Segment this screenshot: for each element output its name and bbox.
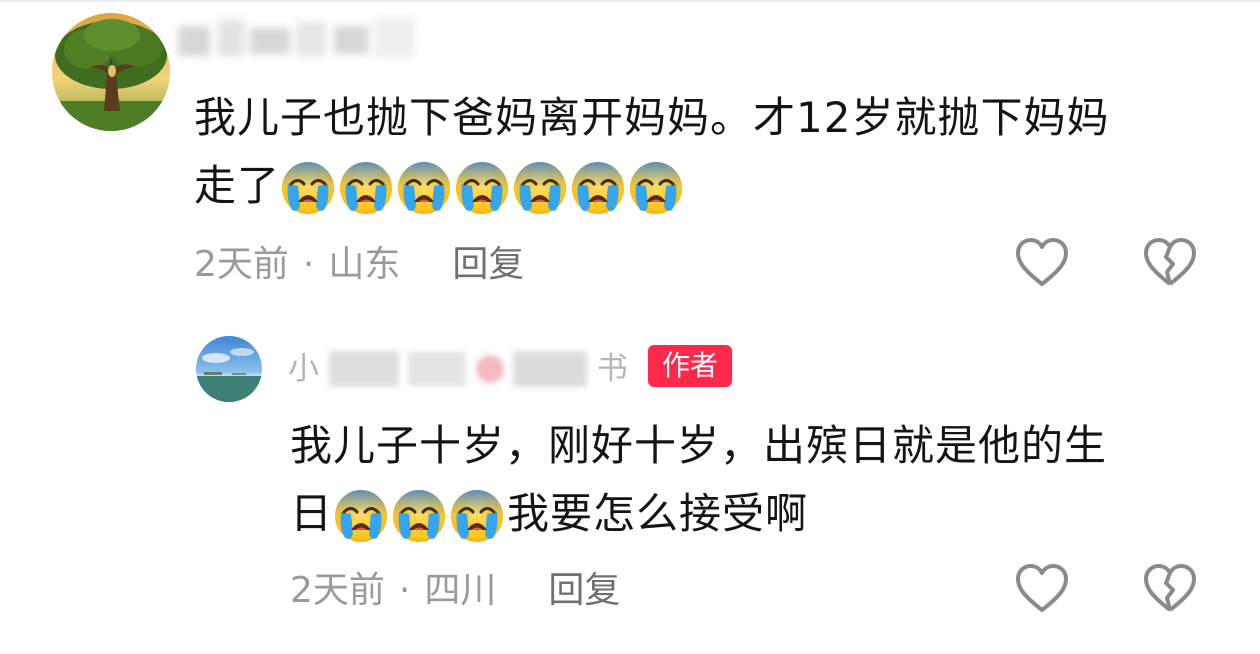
comment-line-2: 走了 (194, 152, 1224, 223)
reply-author-avatar[interactable] (196, 336, 262, 402)
crying-emoji-icon (570, 160, 626, 216)
comment-location: 山东 (328, 244, 401, 285)
crying-emoji-icon (628, 160, 684, 216)
dislike-broken-heart-icon[interactable] (1142, 562, 1198, 618)
crying-emoji-icon (396, 160, 452, 216)
reply-button[interactable]: 回复 (548, 570, 620, 611)
reply-button[interactable]: 回复 (452, 244, 524, 285)
emoji-group (333, 483, 507, 551)
like-heart-icon[interactable] (1014, 236, 1070, 292)
meta-separator: · (302, 244, 315, 285)
reply-time: 2天前 (290, 570, 385, 611)
top-divider (0, 0, 1260, 2)
comment-body: 我儿子也抛下爸妈离开妈妈。才12岁就抛下妈妈 走了 (194, 84, 1224, 223)
comment-line-2-text: 走了 (194, 161, 281, 210)
crying-emoji-icon (333, 488, 389, 544)
username-visible-end: 书 (596, 351, 628, 387)
crying-emoji-icon (512, 160, 568, 216)
meta-separator: · (398, 570, 411, 611)
commenter-avatar[interactable] (52, 13, 170, 131)
comment-line-1: 我儿子也抛下爸妈离开妈妈。才12岁就抛下妈妈 (194, 93, 1110, 142)
reply-line-2-suffix: 我要怎么接受啊 (507, 489, 809, 538)
reply-meta: 2天前 · 四川 回复 (290, 566, 620, 616)
crying-emoji-icon (280, 160, 336, 216)
reply-body: 我儿子十岁，刚好十岁，出殡日就是他的生 日 我要怎么接受啊 (290, 412, 1220, 551)
username-blur-block (513, 351, 588, 387)
like-heart-icon[interactable] (1014, 562, 1070, 618)
username-blur-block (475, 355, 504, 383)
crying-emoji-icon (449, 488, 505, 544)
crying-emoji-icon (454, 160, 510, 216)
username-blur-block (328, 351, 399, 387)
reply-line-2-prefix: 日 (290, 489, 334, 538)
dislike-broken-heart-icon[interactable] (1142, 236, 1198, 292)
reply-location: 四川 (424, 570, 497, 611)
username-visible-start: 小 (288, 351, 319, 387)
comment-meta: 2天前 · 山东 回复 (194, 240, 524, 290)
reply-line-2: 日 我要怎么接受啊 (290, 480, 1220, 551)
crying-emoji-icon (391, 488, 447, 544)
crying-emoji-icon (338, 160, 394, 216)
reply-line-1: 我儿子十岁，刚好十岁，出殡日就是他的生 (290, 421, 1108, 470)
emoji-group (280, 155, 686, 223)
username-blur-block (408, 352, 467, 386)
comment-time: 2天前 (194, 244, 289, 285)
commenter-username-blurred[interactable] (178, 16, 428, 60)
author-badge: 作者 (648, 345, 733, 387)
reply-author-username[interactable]: 小 书 (288, 346, 628, 392)
